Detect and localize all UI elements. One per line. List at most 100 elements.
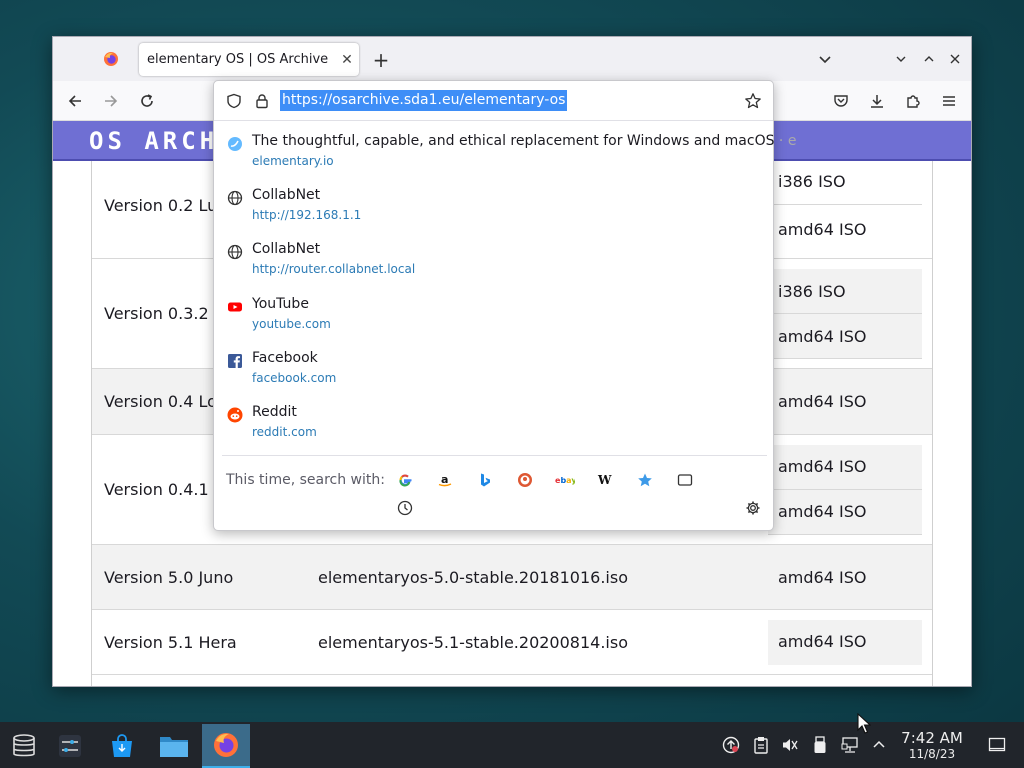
history-search-button[interactable]: [394, 497, 416, 519]
desktop-icon: [988, 737, 1006, 752]
database-icon: [13, 734, 35, 757]
extensions-button[interactable]: [899, 87, 927, 115]
suggestion-facebook[interactable]: Facebook facebook.com: [214, 344, 773, 396]
suggestion-title: YouTube: [252, 296, 309, 312]
type-subrow: amd64 ISO: [768, 314, 922, 359]
search-settings-button[interactable]: [742, 497, 764, 519]
site-logo[interactable]: OS ARCH: [89, 127, 218, 155]
download-icon: [871, 95, 883, 108]
duckduckgo-search-button[interactable]: [514, 469, 536, 491]
version-cell: Version 5.0 Juno: [104, 568, 234, 587]
google-search-button[interactable]: [394, 469, 416, 491]
svg-text:ebay: ebay: [555, 476, 575, 485]
volume-muted-icon: [783, 739, 798, 751]
show-hidden-icons-button[interactable]: [870, 736, 888, 754]
system-settings-app[interactable]: [46, 724, 94, 768]
version-cell: Version 5.1 Hera: [104, 633, 237, 652]
discover-app[interactable]: [98, 724, 146, 768]
show-desktop-button[interactable]: [988, 736, 1006, 754]
suggestion-elementary[interactable]: The thoughtful, capable, and ethical rep…: [214, 127, 796, 179]
removable-devices-tray[interactable]: [811, 736, 829, 754]
file-manager-app[interactable]: [150, 724, 198, 768]
list-tabs-button[interactable]: [813, 47, 837, 71]
bing-search-button[interactable]: [474, 469, 496, 491]
network-tray[interactable]: [841, 736, 859, 754]
suggestion-url: http://192.168.1.1: [252, 208, 362, 222]
wikipedia-search-button[interactable]: W: [594, 469, 616, 491]
pocket-button[interactable]: [827, 87, 855, 115]
type-subrow: amd64 ISO: [768, 369, 922, 435]
svg-text:W: W: [597, 473, 612, 487]
version-cell: Version 0.2 Lur: [104, 196, 224, 215]
youtube-icon: [226, 298, 244, 316]
shield-icon[interactable]: [226, 93, 242, 109]
search-with-label: This time, search with:: [226, 472, 385, 488]
firefox-icon: [214, 733, 238, 757]
volume-tray[interactable]: [781, 736, 799, 754]
version-cell: Version 0.3.2 Fr: [104, 304, 229, 323]
clipboard-tray[interactable]: [752, 736, 770, 754]
url-input[interactable]: https://osarchive.sda1.eu/elementary-os: [214, 81, 773, 121]
usb-drive-icon: [814, 736, 826, 753]
suggestion-title: Facebook: [252, 350, 318, 366]
clock-date: 11/8/23: [908, 747, 956, 761]
minimize-icon: [896, 56, 906, 62]
bookmarks-search-button[interactable]: [634, 469, 656, 491]
type-cell: amd64 ISO: [778, 457, 867, 476]
clipboard-icon: [754, 737, 768, 754]
firefox-app[interactable]: [202, 724, 250, 768]
network-wired-icon: [841, 737, 858, 753]
suggestion-collabnet-ip[interactable]: CollabNet http://192.168.1.1: [214, 181, 773, 233]
star-icon[interactable]: [744, 92, 762, 110]
digital-clock[interactable]: 7:42 AM 11/8/23: [896, 730, 968, 762]
folder-icon: [160, 737, 188, 757]
menu-button[interactable]: [935, 87, 963, 115]
file-cell[interactable]: elementaryos-5.1-stable.20200814.iso: [318, 633, 628, 652]
facebook-icon: [226, 352, 244, 370]
firefox-view-tab[interactable]: [89, 44, 133, 74]
tabs-search-button[interactable]: [674, 469, 696, 491]
type-subrow: i386 ISO: [768, 269, 922, 314]
reload-button[interactable]: [133, 87, 161, 115]
forward-button[interactable]: [97, 87, 125, 115]
type-cell: amd64 ISO: [778, 632, 867, 651]
file-cell[interactable]: elementaryos-5.0-stable.20181016.iso: [318, 568, 628, 587]
type-cell: i386 ISO: [778, 282, 846, 301]
close-icon[interactable]: ✕: [335, 48, 359, 72]
back-button[interactable]: [61, 87, 89, 115]
table-row: Version 5.0 Juno elementaryos-5.0-stable…: [92, 545, 932, 610]
suggestion-youtube[interactable]: YouTube youtube.com: [214, 290, 773, 342]
downloads-button[interactable]: [863, 87, 891, 115]
lock-icon[interactable]: [254, 93, 270, 109]
gear-icon: [746, 501, 760, 515]
reload-icon: [141, 94, 153, 107]
type-cell: amd64 ISO: [778, 568, 867, 587]
amazon-search-button[interactable]: a: [434, 469, 456, 491]
suggestion-collabnet-router[interactable]: CollabNet http://router.collabnet.local: [214, 235, 773, 287]
suggestion-reddit[interactable]: Reddit reddit.com: [214, 398, 773, 450]
svg-text:a: a: [441, 473, 448, 486]
shopping-bag-icon: [112, 734, 132, 757]
pocket-icon: [834, 95, 848, 107]
url-text[interactable]: https://osarchive.sda1.eu/elementary-os: [280, 90, 568, 111]
suggestion-title: Reddit: [252, 404, 297, 420]
urlbar-dropdown: https://osarchive.sda1.eu/elementary-os …: [213, 80, 796, 531]
tab-elementary-os[interactable]: elementary OS | OS Archive ✕: [139, 43, 359, 76]
chevron-down-icon: [819, 56, 831, 64]
type-subrow: amd64 ISO: [768, 490, 922, 535]
ebay-icon: ebay: [555, 476, 575, 485]
elementary-icon: [226, 135, 244, 153]
new-tab-button[interactable]: +: [367, 47, 395, 73]
arrow-right-icon: [105, 95, 118, 107]
update-notifier[interactable]: [722, 736, 740, 754]
maximize-button[interactable]: [917, 47, 941, 71]
close-icon: [950, 54, 960, 64]
type-cell: amd64 ISO: [778, 502, 867, 521]
ebay-search-button[interactable]: ebay: [554, 469, 576, 491]
tab-bar: elementary OS | OS Archive ✕ +: [53, 37, 971, 81]
tab-icon: [677, 474, 693, 486]
close-window-button[interactable]: [943, 47, 967, 71]
divider: [222, 455, 767, 456]
application-launcher[interactable]: [0, 724, 48, 768]
minimize-button[interactable]: [889, 47, 913, 71]
